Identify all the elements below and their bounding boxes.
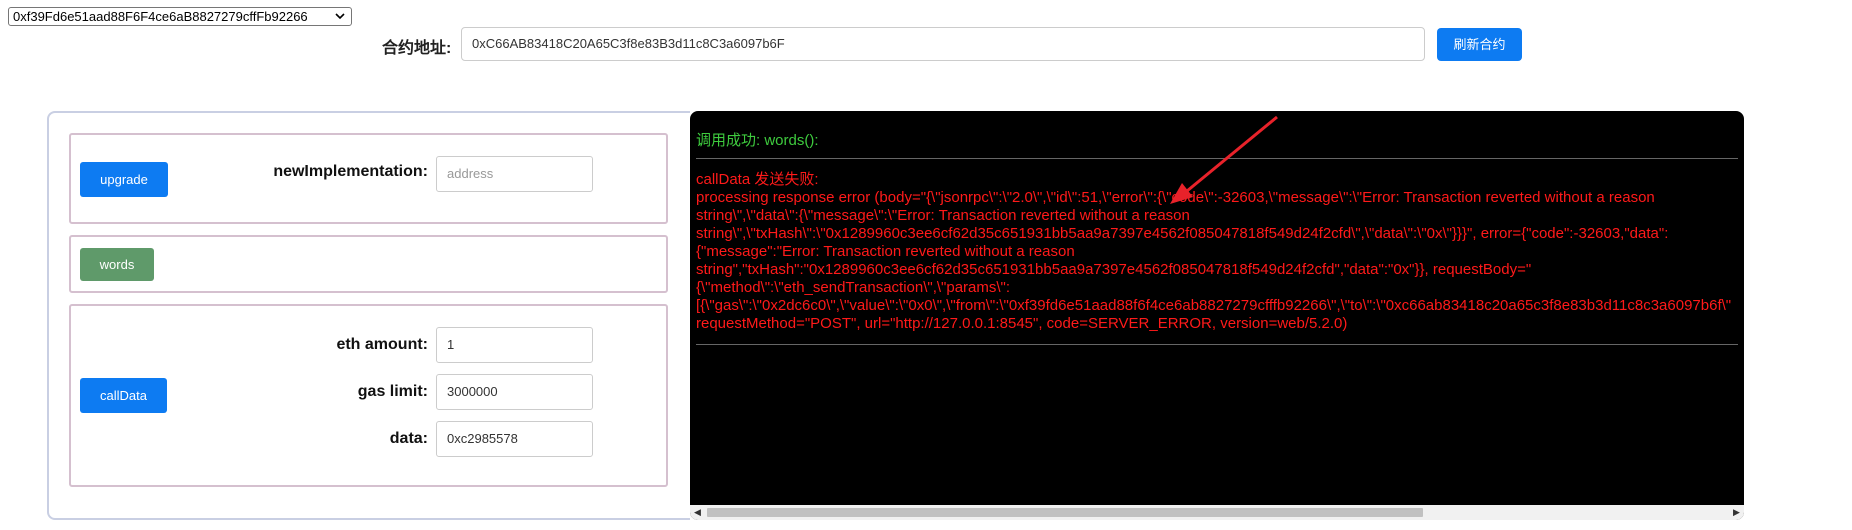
data-label: data: xyxy=(389,430,428,447)
console-error-line: callData 发送失败: xyxy=(696,171,819,188)
function-words: words xyxy=(69,235,668,293)
gas-limit-label: gas limit: xyxy=(357,383,428,400)
contract-address-input[interactable]: 0xC66AB83418C20A65C3f8e83B3d11c8C3a6097b… xyxy=(461,27,1425,61)
console-error-line: [{\"gas\":\"0x2dc6c0\",\"value\":\"0x0\"… xyxy=(696,297,1732,314)
account-select[interactable]: 0xf39Fd6e51aad88F6F4ce6aB8827279cffFb922… xyxy=(8,7,352,26)
console-error-line: {\"method\":\"eth_sendTransaction\",\"pa… xyxy=(696,279,1011,296)
console-horizontal-scrollbar[interactable]: ◀ ▶ xyxy=(690,505,1744,520)
account-select-value: 0xf39Fd6e51aad88F6F4ce6aB8827279cffFb922… xyxy=(13,9,308,24)
console-error-line: string\",\"data\":{\"message\":\"Error: … xyxy=(696,207,1190,224)
console-output: 调用成功: words(): callData 发送失败: processing… xyxy=(690,111,1744,520)
refresh-contract-button[interactable]: 刷新合约 xyxy=(1437,28,1522,61)
new-implementation-label: newImplementation: xyxy=(273,163,428,180)
console-error-block: callData 发送失败: processing response error… xyxy=(696,171,1744,333)
calldata-button[interactable]: callData xyxy=(80,378,167,413)
console-divider xyxy=(696,344,1738,345)
console-success-line: 调用成功: words(): xyxy=(696,132,819,149)
console-error-line: requestMethod="POST", url="http://127.0.… xyxy=(696,315,1348,332)
scrollbar-thumb[interactable] xyxy=(707,508,1423,517)
scroll-right-icon[interactable]: ▶ xyxy=(1729,505,1744,520)
words-button[interactable]: words xyxy=(80,248,154,281)
eth-amount-label: eth amount: xyxy=(336,336,428,353)
console-error-line: {"message":"Error: Transaction reverted … xyxy=(696,243,1075,260)
scroll-left-icon[interactable]: ◀ xyxy=(690,505,705,520)
console-divider xyxy=(696,158,1738,159)
function-calldata: callData eth amount: 1 gas limit: 300000… xyxy=(69,304,668,487)
data-input[interactable]: 0xc2985578 xyxy=(436,421,593,457)
function-upgrade: upgrade newImplementation: address xyxy=(69,133,668,224)
console-error-line: processing response error (body="{\"json… xyxy=(696,189,1655,206)
gas-limit-input[interactable]: 3000000 xyxy=(436,374,593,410)
contract-address-label: 合约地址: xyxy=(382,40,452,57)
chevron-down-icon xyxy=(335,13,345,20)
upgrade-button[interactable]: upgrade xyxy=(80,162,168,197)
eth-amount-input[interactable]: 1 xyxy=(436,327,593,363)
console-error-line: string","txHash":"0x1289960c3ee6cf62d35c… xyxy=(696,261,1532,278)
new-implementation-input[interactable]: address xyxy=(436,156,593,192)
console-error-line: string\",\"txHash\":\"0x1289960c3ee6cf62… xyxy=(696,225,1669,242)
